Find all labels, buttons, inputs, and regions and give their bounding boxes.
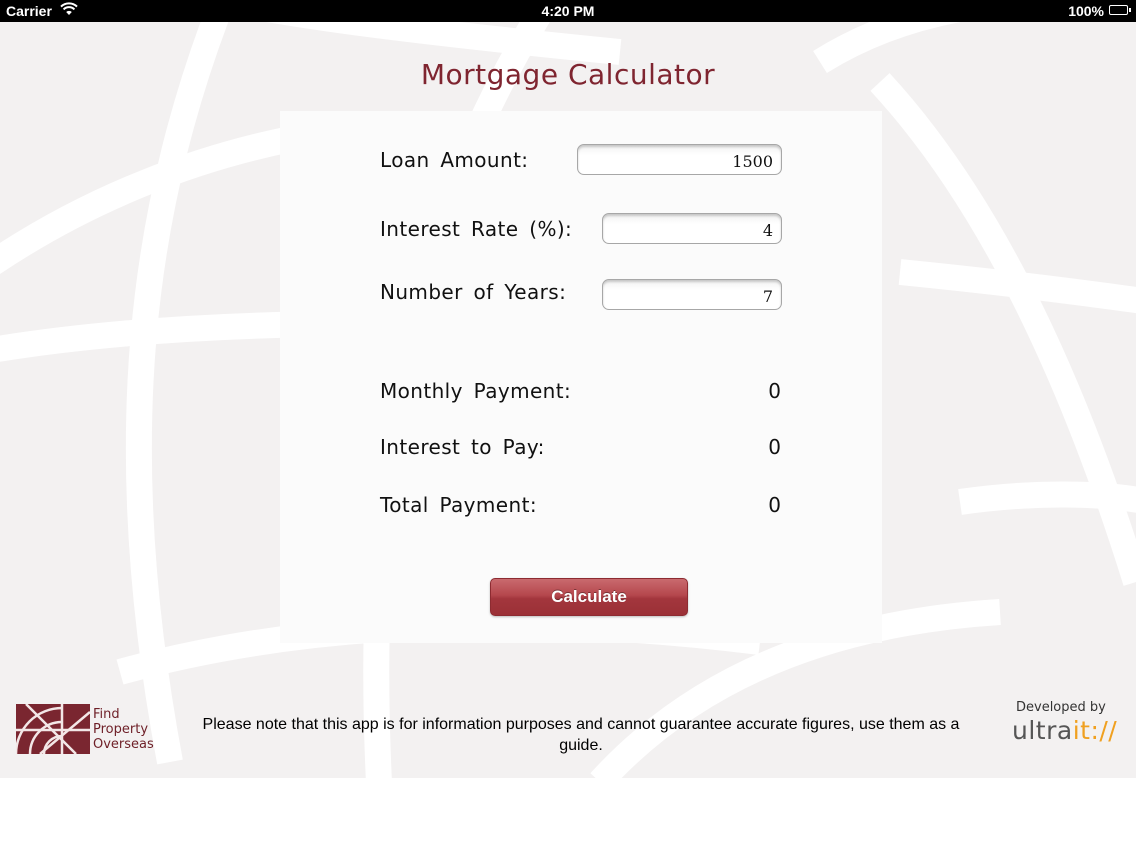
- developer-credit: Developed by ultrait://: [1008, 700, 1128, 750]
- logo-line-overseas: Overseas: [93, 737, 154, 752]
- developer-brand-part1: ultra: [1012, 716, 1073, 745]
- years-input[interactable]: 7: [602, 279, 782, 310]
- status-bar: Carrier 4:20 PM 100%: [0, 0, 1136, 22]
- developed-by-label: Developed by: [1016, 700, 1106, 715]
- years-label: Number of Years:: [380, 280, 567, 304]
- total-payment-value: 0: [768, 493, 781, 517]
- monthly-payment-label: Monthly Payment:: [380, 379, 572, 403]
- interest-rate-label: Interest Rate (%):: [380, 217, 573, 241]
- monthly-payment-value: 0: [768, 379, 781, 403]
- interest-to-pay-value: 0: [768, 435, 781, 459]
- bottom-area: [0, 778, 1136, 852]
- logo-line-find: Find: [93, 707, 120, 722]
- find-property-overseas-logo: Find Property Overseas: [16, 704, 166, 756]
- page-title: Mortgage Calculator: [420, 58, 716, 91]
- developer-logo: ultrait://: [1012, 716, 1117, 745]
- clock: 4:20 PM: [541, 3, 595, 19]
- interest-rate-input[interactable]: 4: [602, 213, 782, 244]
- logo-text: Find Property Overseas: [93, 707, 173, 752]
- disclaimer-text: Please note that this app is for informa…: [202, 716, 960, 754]
- logo-mark-icon: [16, 704, 90, 754]
- loan-amount-input[interactable]: 1500: [577, 144, 782, 175]
- total-payment-label: Total Payment:: [380, 493, 537, 517]
- battery-percent: 100%: [1068, 3, 1104, 19]
- loan-amount-label: Loan Amount:: [380, 148, 529, 172]
- interest-to-pay-label: Interest to Pay:: [380, 435, 545, 459]
- calculator-panel: [280, 111, 882, 643]
- calculate-button[interactable]: Calculate: [490, 578, 688, 616]
- logo-line-property: Property: [93, 722, 149, 737]
- developer-brand-part2: it://: [1072, 716, 1118, 745]
- battery-icon: [1109, 5, 1131, 15]
